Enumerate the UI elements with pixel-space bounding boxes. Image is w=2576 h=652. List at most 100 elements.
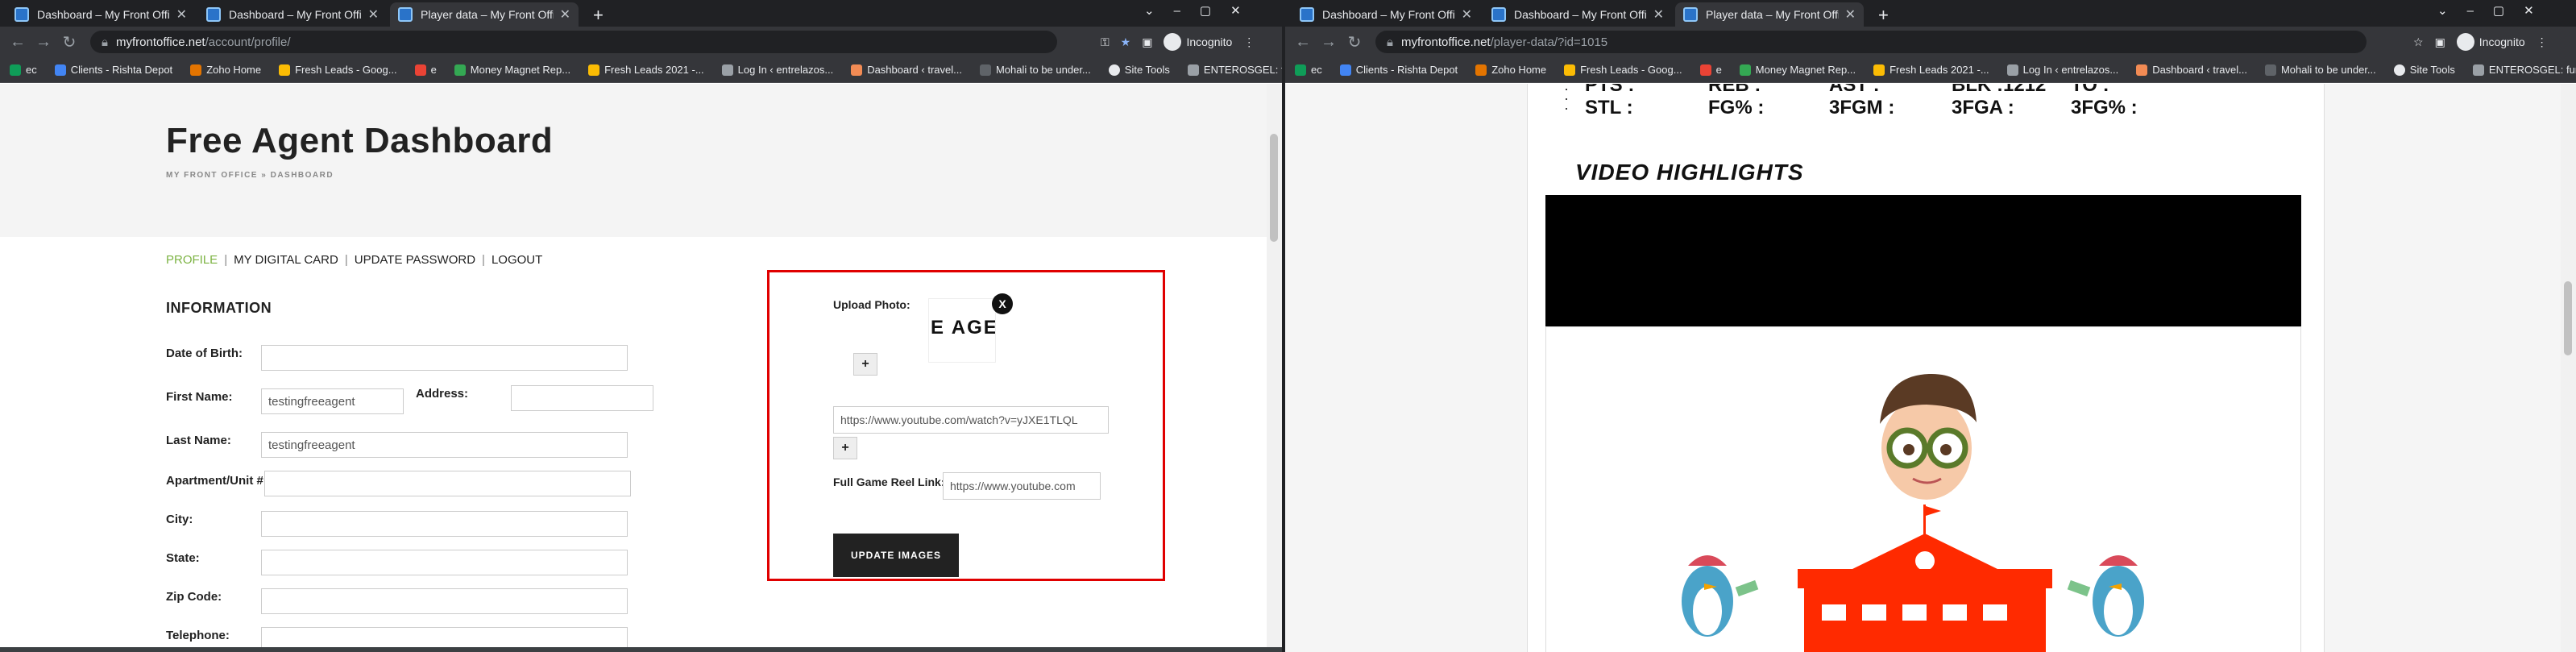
- close-icon[interactable]: ✕: [1845, 6, 1856, 23]
- video-url-field[interactable]: [833, 406, 1109, 434]
- scrollbar-thumb[interactable]: [1270, 134, 1278, 242]
- bookmark-label: e: [1715, 64, 1722, 76]
- page-viewport: · · · PTS : REB : AST : BLK :1212 TO : STL…: [1285, 84, 2576, 652]
- stat-pts: PTS :: [1585, 84, 1635, 96]
- bookmarks-bar: ec Clients - Rishta Depot Zoho Home Fres…: [1285, 57, 2576, 83]
- add-video-button[interactable]: +: [833, 437, 857, 459]
- bookmark-item[interactable]: Fresh Leads - Goog...: [279, 64, 397, 76]
- bookmark-item[interactable]: Mohali to be under...: [2264, 64, 2376, 76]
- penguin-right-icon: [2067, 555, 2144, 637]
- tab-dashboard-2[interactable]: Dashboard – My Front Office ✕: [198, 2, 387, 27]
- reload-icon[interactable]: ↻: [1342, 32, 1367, 52]
- bookmark-item[interactable]: Money Magnet Rep...: [454, 64, 570, 76]
- nav-logout-link[interactable]: LOGOUT: [492, 253, 542, 267]
- add-photo-button[interactable]: +: [853, 353, 877, 376]
- nav-profile-link[interactable]: PROFILE: [166, 253, 218, 267]
- nav-update-password-link[interactable]: UPDATE PASSWORD: [355, 253, 475, 267]
- close-icon[interactable]: ✕: [1462, 6, 1472, 23]
- bookmark-item[interactable]: Zoho Home: [1475, 64, 1546, 76]
- incognito-indicator[interactable]: Incognito: [1164, 33, 1232, 51]
- star-icon[interactable]: ★: [1121, 35, 1131, 49]
- stat-reb: REB :: [1708, 84, 1761, 96]
- bookmark-item[interactable]: Mohali to be under...: [979, 64, 1091, 76]
- bookmark-item[interactable]: Clients - Rishta Depot: [54, 64, 172, 76]
- navigation-toolbar: ← → ↻ 🔒︎ myfrontoffice.net/player-data/?i…: [1285, 27, 2576, 57]
- star-icon[interactable]: ☆: [2413, 35, 2424, 49]
- tab-player-data[interactable]: Player data – My Front Office ✕: [390, 2, 579, 27]
- bookmark-label: ec: [26, 64, 37, 76]
- bookmark-item[interactable]: ec: [1295, 64, 1322, 76]
- bookmark-label: Dashboard ‹ travel...: [2152, 64, 2247, 76]
- new-tab-icon[interactable]: +: [1878, 5, 1889, 26]
- bookmark-item[interactable]: e: [414, 64, 437, 76]
- site-favicon-icon: [1491, 7, 1506, 22]
- close-icon[interactable]: ✕: [1653, 6, 1664, 23]
- bookmark-item[interactable]: Log In ‹ entrelazos...: [721, 64, 833, 76]
- bookmark-item[interactable]: e: [1699, 64, 1722, 76]
- tab-search-icon[interactable]: ▣: [2435, 35, 2445, 49]
- site-favicon-icon: [398, 7, 413, 22]
- tab-search-icon[interactable]: ▣: [1142, 35, 1152, 49]
- incognito-indicator[interactable]: Incognito: [2456, 33, 2525, 51]
- bookmark-item[interactable]: Site Tools: [1108, 64, 1170, 76]
- tab-player-data[interactable]: Player data – My Front Office ✕: [1675, 2, 1864, 27]
- address-bar[interactable]: 🔒︎ myfrontoffice.net/account/profile/: [90, 31, 1057, 53]
- first-name-label: First Name:: [166, 390, 233, 404]
- bookmark-item[interactable]: Fresh Leads 2021 -...: [588, 64, 704, 76]
- bookmark-item[interactable]: ec: [10, 64, 37, 76]
- nav-digital-card-link[interactable]: MY DIGITAL CARD: [234, 253, 338, 267]
- address-field[interactable]: [511, 385, 653, 411]
- scrollbar-thumb[interactable]: [2564, 281, 2572, 355]
- bookmark-label: Zoho Home: [1491, 64, 1547, 76]
- menu-icon[interactable]: ⋮: [2537, 35, 2548, 49]
- update-images-button[interactable]: UPDATE IMAGES: [833, 534, 959, 577]
- bookmark-item[interactable]: Dashboard ‹ travel...: [851, 64, 962, 76]
- bookmark-label: Clients - Rishta Depot: [1355, 64, 1458, 76]
- bookmark-item[interactable]: Money Magnet Rep...: [1739, 64, 1856, 76]
- reload-icon[interactable]: ↻: [56, 32, 82, 52]
- zip-label: Zip Code:: [166, 590, 222, 604]
- window-controls[interactable]: ⌄–▢✕: [1144, 3, 1260, 18]
- incognito-icon: [2456, 33, 2474, 51]
- key-icon[interactable]: ⚿: [1101, 35, 1110, 49]
- bookmark-icon: [1108, 64, 1120, 76]
- window-controls[interactable]: ⌄–▢✕: [2437, 3, 2553, 18]
- bookmark-item[interactable]: ENTEROSGEL: funzi...: [2472, 64, 2576, 76]
- dob-field[interactable]: [261, 345, 628, 371]
- zip-field[interactable]: [261, 588, 628, 614]
- video-player[interactable]: [1545, 195, 2301, 326]
- close-icon[interactable]: ✕: [368, 6, 379, 23]
- bookmark-item[interactable]: Site Tools: [2393, 64, 2455, 76]
- forward-icon[interactable]: →: [1316, 33, 1342, 52]
- apartment-field[interactable]: [264, 471, 631, 496]
- first-name-field[interactable]: [261, 388, 404, 414]
- bookmark-item[interactable]: Dashboard ‹ travel...: [2136, 64, 2247, 76]
- bookmark-icon: [2006, 64, 2018, 76]
- address-bar[interactable]: 🔒︎ myfrontoffice.net/player-data/?id=1015: [1375, 31, 2367, 53]
- close-icon[interactable]: ✕: [176, 6, 187, 23]
- bookmark-item[interactable]: Fresh Leads 2021 -...: [1873, 64, 1989, 76]
- page-scrollbar[interactable]: [2561, 84, 2576, 652]
- dob-label: Date of Birth:: [166, 347, 243, 360]
- new-tab-icon[interactable]: +: [593, 5, 604, 26]
- tab-dashboard-2[interactable]: Dashboard – My Front Office ✕: [1483, 2, 1672, 27]
- last-name-field[interactable]: [261, 432, 628, 458]
- state-field[interactable]: [261, 550, 628, 575]
- site-favicon-icon: [206, 7, 221, 22]
- bookmark-item[interactable]: Clients - Rishta Depot: [1339, 64, 1458, 76]
- back-icon[interactable]: ←: [1290, 33, 1316, 52]
- tab-dashboard-1[interactable]: Dashboard – My Front Office ✕: [6, 2, 195, 27]
- bookmark-item[interactable]: Zoho Home: [190, 64, 261, 76]
- bookmark-item[interactable]: ENTEROSGEL: funzi...: [1187, 64, 1282, 76]
- menu-icon[interactable]: ⋮: [1243, 35, 1255, 49]
- close-icon[interactable]: ✕: [560, 6, 570, 23]
- forward-icon[interactable]: →: [31, 33, 56, 52]
- city-field[interactable]: [261, 511, 628, 537]
- full-game-reel-field[interactable]: [943, 472, 1101, 500]
- bookmark-item[interactable]: Fresh Leads - Goog...: [1564, 64, 1682, 76]
- remove-photo-button[interactable]: X: [992, 293, 1013, 314]
- bookmark-label: Mohali to be under...: [995, 64, 1091, 76]
- tab-dashboard-1[interactable]: Dashboard – My Front Office ✕: [1292, 2, 1480, 27]
- back-icon[interactable]: ←: [5, 33, 31, 52]
- bookmark-item[interactable]: Log In ‹ entrelazos...: [2006, 64, 2118, 76]
